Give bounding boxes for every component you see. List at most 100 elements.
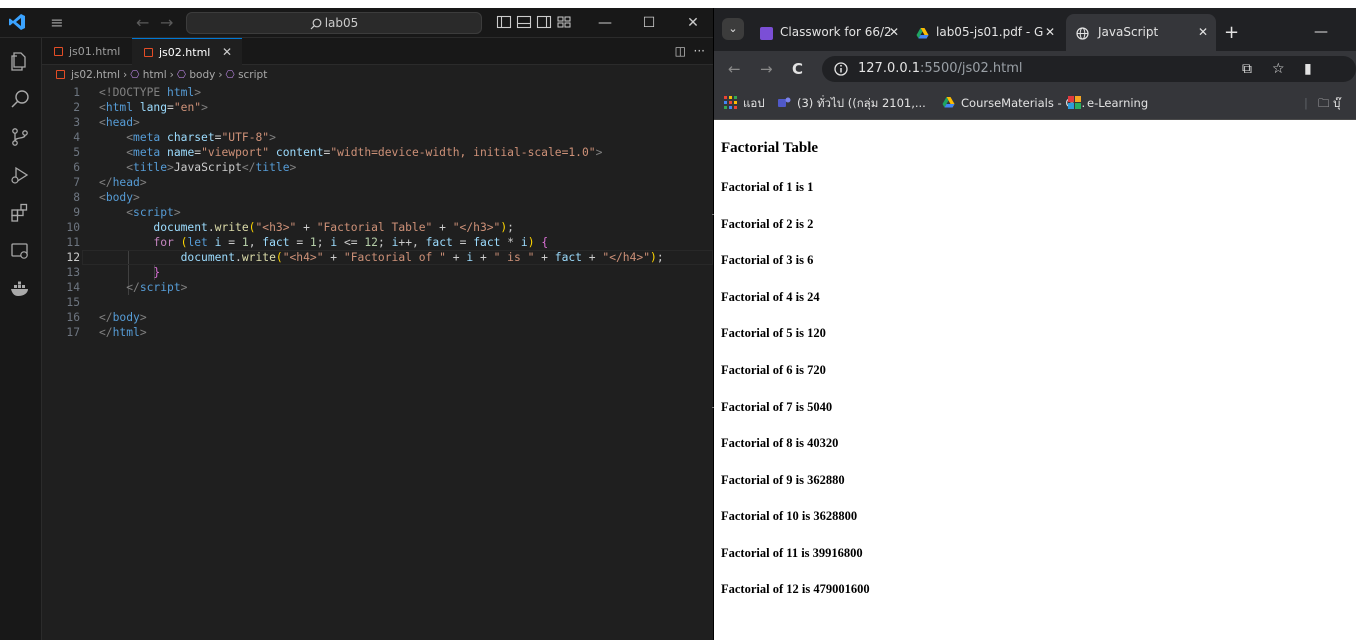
tab-label: js02.html (159, 46, 211, 59)
code-line: 3 <head> (73, 116, 140, 129)
browser-tab-strip: ⌄ Classwork for 66/2 ✕ lab05-js01.pdf - … (714, 8, 1356, 51)
close-tab-icon[interactable]: ✕ (889, 14, 899, 51)
source-control-icon[interactable] (9, 126, 31, 148)
screen-top-edge (0, 0, 1356, 8)
close-window-icon[interactable]: ✕ (678, 11, 708, 35)
element-icon: ⎔ (130, 69, 140, 81)
breadcrumb-item-file[interactable]: js02.html (71, 69, 120, 81)
code-editor[interactable]: 1 <!DOCTYPE html> 2 <html lang="en"> 3 <hea… (42, 85, 713, 640)
code-line: 10 document.write("<h3>" + "Factorial Ta… (66, 221, 514, 234)
minimize-window-icon[interactable]: — (1314, 14, 1328, 51)
html-file-icon (144, 48, 153, 57)
site-info-icon[interactable] (834, 62, 848, 76)
page-heading: Factorial Table (721, 140, 819, 156)
translate-icon[interactable]: ⧉ (1242, 56, 1252, 82)
url-text: 127.0.0.1:5500/js02.html (858, 56, 1023, 82)
vscode-logo-icon[interactable] (8, 13, 28, 33)
bookmarks-bar: แอป (3) ทั่วไป ((กลุ่ม 2101,... CourseMa… (714, 87, 1356, 120)
breadcrumb-item-body[interactable]: body (189, 69, 215, 81)
bookmark-apps[interactable]: แอป (724, 87, 765, 119)
search-icon (310, 18, 322, 29)
factorial-row: Factorial of 8 is 40320 (721, 436, 839, 450)
google-classroom-icon (760, 27, 773, 40)
extensions-icon[interactable] (9, 202, 31, 224)
address-bar[interactable]: 127.0.0.1:5500/js02.html ⧉ ☆ ▮ (822, 56, 1356, 82)
code-line: 6 <title>JavaScript</title> (73, 161, 297, 174)
breadcrumb-item-script[interactable]: script (238, 69, 267, 81)
chevron-right-icon: › (123, 69, 128, 81)
back-arrow-icon[interactable]: ← (728, 51, 741, 87)
command-center-search[interactable]: lab05 (186, 12, 482, 34)
customize-layout-icon[interactable] (556, 14, 572, 30)
bookmark-all-bookmarks[interactable]: 🗀 บุ๊ (1318, 87, 1340, 119)
reload-icon[interactable]: C (792, 51, 803, 87)
code-line-current: 12 document.write("<h4>" + "Factorial of… (42, 250, 713, 265)
split-editor-icon[interactable]: ◫ (675, 44, 686, 58)
chevron-right-icon: › (218, 69, 223, 81)
toggle-secondary-sidebar-icon[interactable] (536, 14, 552, 30)
search-sidebar-icon[interactable] (9, 88, 31, 110)
remote-explorer-icon[interactable] (9, 240, 31, 262)
breadcrumb-item-html[interactable]: html (143, 69, 167, 81)
code-line: 2 <html lang="en"> (73, 101, 208, 114)
run-debug-icon[interactable] (9, 164, 31, 186)
docker-icon[interactable] (9, 278, 31, 300)
code-line: 1 <!DOCTYPE html> (73, 86, 202, 99)
maximize-window-icon[interactable]: ☐ (634, 11, 664, 35)
toggle-panel-icon[interactable] (516, 14, 532, 30)
element-icon: ⎔ (225, 69, 235, 81)
bookmark-label: บุ๊ (1333, 96, 1341, 110)
browser-tab-javascript[interactable]: JavaScript ✕ (1066, 14, 1216, 51)
more-actions-icon[interactable]: ··· (694, 44, 705, 58)
code-line: 9 <script> (73, 206, 181, 219)
apps-grid-icon (724, 96, 737, 109)
bookmark-label: (3) ทั่วไป ((กลุ่ม 2101,... (797, 96, 926, 110)
bookmark-coursematerials[interactable]: CourseMaterials - G... (942, 87, 1085, 119)
browser-tab-classwork[interactable]: Classwork for 66/2 ✕ (754, 14, 904, 51)
bookmark-label: แอป (743, 96, 765, 110)
google-drive-icon (916, 28, 929, 39)
code-line: 14 </script> (66, 281, 188, 294)
code-line: 7 </head> (73, 176, 147, 189)
hamburger-menu-icon[interactable]: ≡ (46, 12, 68, 34)
bookmark-star-icon[interactable]: ☆ (1272, 56, 1285, 82)
factorial-row: Factorial of 12 is 479001600 (721, 582, 870, 596)
browser-tab-pdf[interactable]: lab05-js01.pdf - G ✕ (910, 14, 1060, 51)
bookmarks-divider: | (1304, 96, 1308, 110)
browser-toolbar: ← → C 127.0.0.1:5500/js02.html ⧉ ☆ ▮ (714, 51, 1356, 87)
factorial-row: Factorial of 6 is 720 (721, 363, 826, 377)
code-line: 8 <body> (73, 191, 140, 204)
tab-js02-html[interactable]: js02.html ✕ (132, 38, 242, 65)
code-line: 15 (66, 296, 80, 309)
bookmark-label: CourseMaterials - G... (961, 96, 1086, 110)
vscode-window: ≡ ← → lab05 — ☐ ✕ js01.html js02.html ✕ … (0, 8, 713, 640)
factorial-row: Factorial of 11 is 39916800 (721, 546, 863, 560)
forward-arrow-icon[interactable]: → (160, 12, 173, 34)
browser-tab-label: Classwork for 66/2 (780, 25, 892, 39)
explorer-icon[interactable] (9, 50, 31, 72)
elearning-icon (1068, 96, 1081, 109)
bookmark-teams[interactable]: (3) ทั่วไป ((กลุ่ม 2101,... (778, 87, 926, 119)
bookmark-elearning[interactable]: e-Learning (1068, 87, 1148, 119)
close-tab-icon[interactable]: ✕ (1198, 14, 1208, 51)
tab-js01-html[interactable]: js01.html (42, 38, 130, 65)
html-file-icon (56, 70, 65, 79)
tab-search-chevron-icon[interactable]: ⌄ (722, 18, 744, 40)
factorial-row: Factorial of 10 is 3628800 (721, 509, 858, 523)
factorial-row: Factorial of 5 is 120 (721, 326, 826, 340)
bookmark-label: e-Learning (1087, 96, 1149, 110)
close-tab-icon[interactable]: ✕ (1045, 14, 1055, 51)
forward-arrow-icon[interactable]: → (760, 51, 773, 87)
back-arrow-icon[interactable]: ← (136, 12, 149, 34)
code-line: 13 } (66, 266, 161, 279)
minimize-window-icon[interactable]: — (590, 11, 620, 35)
side-panel-icon[interactable]: ▮ (1304, 56, 1312, 82)
folder-icon: 🗀 (1318, 96, 1330, 110)
new-tab-button[interactable]: + (1224, 14, 1239, 51)
html-file-icon (54, 47, 63, 56)
tab-label: js01.html (69, 45, 121, 58)
toggle-primary-sidebar-icon[interactable] (496, 14, 512, 30)
close-tab-icon[interactable]: ✕ (222, 39, 232, 66)
code-line: 5 <meta name="viewport" content="width=d… (73, 146, 603, 159)
factorial-row: Factorial of 9 is 362880 (721, 473, 845, 487)
